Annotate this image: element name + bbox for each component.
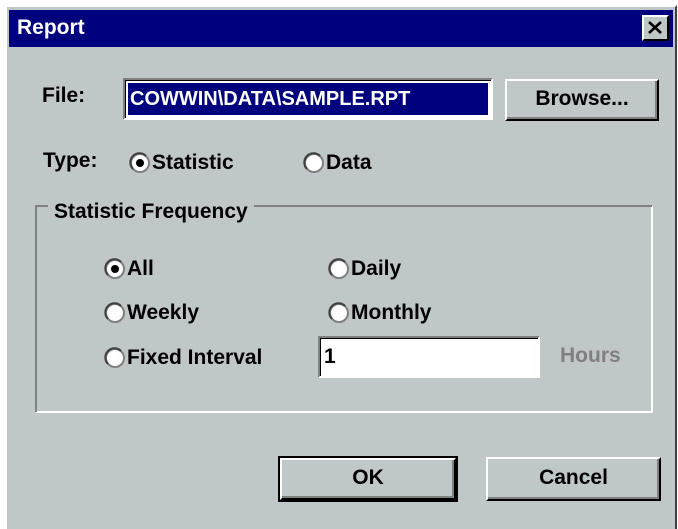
file-label: File: <box>42 84 86 107</box>
cancel-button[interactable]: Cancel <box>486 457 661 501</box>
radio-selected-icon <box>104 258 125 279</box>
freq-radio-fixed-interval-label: Fixed Interval <box>127 346 263 369</box>
radio-icon <box>104 302 125 323</box>
cancel-button-label: Cancel <box>539 466 608 489</box>
radio-icon <box>104 347 125 368</box>
browse-button[interactable]: Browse... <box>505 79 659 121</box>
title-bar[interactable]: Report <box>9 10 673 47</box>
freq-radio-all-label: All <box>127 257 154 280</box>
radio-icon <box>328 302 349 323</box>
type-radio-statistic-label: Statistic <box>152 151 234 174</box>
radio-icon <box>303 152 324 173</box>
ok-button[interactable]: OK <box>278 456 458 502</box>
file-path-field[interactable] <box>123 78 493 120</box>
freq-radio-daily-label: Daily <box>351 257 402 280</box>
file-path-selection <box>128 83 488 115</box>
interval-input[interactable] <box>320 338 538 376</box>
type-radio-data-label: Data <box>326 151 372 174</box>
freq-radio-weekly-label: Weekly <box>127 301 199 324</box>
freq-radio-monthly-label: Monthly <box>351 301 432 324</box>
statistic-frequency-title: Statistic Frequency <box>48 199 254 225</box>
ok-button-label: OK <box>352 466 384 489</box>
interval-field[interactable] <box>318 336 540 378</box>
window-title: Report <box>17 16 85 39</box>
file-path-input[interactable] <box>128 83 488 115</box>
close-button[interactable] <box>642 15 669 41</box>
browse-button-label: Browse... <box>535 87 629 110</box>
close-icon <box>648 21 662 34</box>
type-label: Type: <box>43 149 98 172</box>
interval-unit-label: Hours <box>560 344 621 367</box>
radio-selected-icon <box>129 152 150 173</box>
radio-icon <box>328 258 349 279</box>
